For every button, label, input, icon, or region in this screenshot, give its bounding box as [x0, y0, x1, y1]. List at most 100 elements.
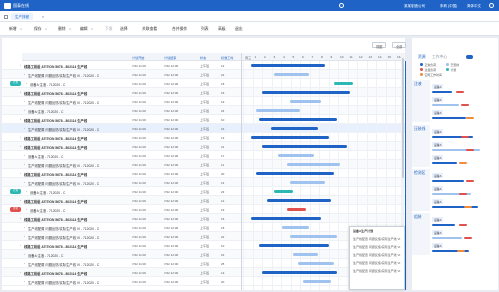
gantt-bar[interactable]	[290, 235, 338, 238]
chevron-right-icon[interactable]: ›	[24, 126, 25, 130]
col-plan-end[interactable]: 计划结束	[164, 55, 176, 60]
gantt-bar[interactable]	[286, 163, 341, 166]
chevron-down-icon[interactable]: ∨	[45, 27, 47, 31]
chevron-right-icon[interactable]: ›	[24, 162, 25, 166]
toolbar-item-2[interactable]: 删除	[58, 27, 66, 32]
gantt-bar[interactable]	[261, 271, 338, 274]
chevron-down-icon[interactable]: ∨	[69, 27, 71, 31]
gantt-bar[interactable]	[302, 280, 331, 283]
close-icon[interactable]: ×	[42, 15, 44, 19]
toolbar-item-6[interactable]: 关联查看	[142, 27, 157, 32]
gantt-bar[interactable]	[290, 181, 325, 184]
toolbar-item-10[interactable]: 退出	[235, 27, 243, 32]
chevron-right-icon[interactable]: ›	[20, 90, 21, 94]
chevron-right-icon[interactable]: ›	[20, 198, 21, 202]
gantt-bar[interactable]	[334, 82, 353, 85]
gantt-bar[interactable]	[255, 109, 300, 112]
resource-tag[interactable]: 设备A	[432, 142, 444, 147]
chevron-right-icon[interactable]: ›	[20, 243, 21, 247]
chevron-right-icon[interactable]: ›	[24, 99, 25, 103]
section-label[interactable]: 压装线	[414, 127, 425, 132]
col-plan-start[interactable]: 计划开始	[132, 55, 144, 60]
language-select[interactable]: 简体中文	[467, 4, 481, 9]
chevron-right-icon[interactable]: ›	[26, 81, 27, 85]
row-c1: 7/22 11:00	[132, 198, 146, 203]
gantt-bar[interactable]	[282, 226, 309, 229]
chevron-right-icon[interactable]: ›	[24, 279, 25, 283]
row-c1: 7/22 11:00	[132, 153, 146, 158]
resource-tag[interactable]: 设备A	[432, 230, 444, 235]
gantt-bar[interactable]	[258, 244, 330, 247]
gantt-bar[interactable]	[277, 154, 314, 157]
chevron-right-icon[interactable]: ›	[26, 207, 27, 211]
chevron-right-icon[interactable]: ›	[24, 72, 25, 76]
section-label[interactable]: 组装	[414, 215, 422, 220]
resource-tag[interactable]: 设备A	[432, 199, 444, 204]
gantt-bar[interactable]	[297, 262, 335, 265]
chevron-right-icon[interactable]: ›	[24, 108, 25, 112]
toolbar-item-3[interactable]: 编辑	[80, 27, 88, 32]
gantt-bar[interactable]	[271, 127, 319, 130]
resource-tag[interactable]: 设备A	[432, 186, 444, 191]
gantt-bar[interactable]	[286, 208, 306, 211]
company-name[interactable]: 某某制造公司	[404, 4, 425, 9]
toolbar-item-9[interactable]: 高级	[218, 27, 226, 32]
resource-tag[interactable]: 设备A	[432, 155, 444, 160]
toolbar-item-7[interactable]: 合并操作	[172, 27, 187, 32]
view-button[interactable]: 视图	[372, 42, 387, 49]
chevron-right-icon[interactable]: ›	[20, 216, 21, 220]
toolbar-item-4[interactable]: 下发	[105, 27, 113, 32]
user-avatar-icon[interactable]	[489, 3, 494, 8]
resource-tag[interactable]: 设备A	[432, 173, 444, 178]
toggle-switch[interactable]	[466, 55, 473, 59]
chevron-right-icon[interactable]: ›	[24, 225, 25, 229]
resource-tag[interactable]: 设备A	[432, 129, 444, 134]
chevron-right-icon[interactable]: ›	[24, 153, 25, 157]
all-button[interactable]: 全部	[392, 42, 407, 49]
chevron-right-icon[interactable]: ›	[26, 189, 27, 193]
section-label[interactable]: 检测区	[414, 171, 425, 176]
scrollbar-thumb[interactable]	[401, 58, 404, 178]
resource-tag[interactable]: 设备A	[432, 110, 444, 115]
chevron-right-icon[interactable]: ›	[20, 63, 21, 67]
chevron-down-icon[interactable]: ∨	[91, 27, 93, 31]
toolbar-item-5[interactable]: 选择	[120, 27, 128, 32]
gantt-bar[interactable]	[261, 145, 347, 148]
chevron-right-icon[interactable]: ›	[24, 234, 25, 238]
resource-tag[interactable]: 设备A	[432, 84, 444, 89]
chevron-right-icon[interactable]: ›	[24, 252, 25, 256]
chevron-right-icon[interactable]: ›	[24, 180, 25, 184]
user-name[interactable]: 朱莉 (中国)	[440, 4, 457, 9]
gantt-bar[interactable]	[250, 64, 325, 67]
chevron-right-icon[interactable]: ›	[20, 144, 21, 148]
tab-production-schedule[interactable]: 生产排程	[11, 13, 33, 20]
col-std-hours[interactable]: 标准工时	[221, 55, 233, 60]
gantt-bar[interactable]	[258, 118, 338, 121]
chevron-right-icon[interactable]: ›	[20, 135, 21, 139]
gantt-bar[interactable]	[261, 91, 350, 94]
chevron-down-icon[interactable]: ∨	[20, 27, 22, 31]
section-label[interactable]: 注液	[414, 82, 422, 87]
chevron-right-icon[interactable]: ›	[20, 171, 21, 175]
gantt-divider[interactable]	[241, 53, 242, 290]
chevron-right-icon[interactable]: ›	[20, 270, 21, 274]
chevron-right-icon[interactable]: ›	[20, 117, 21, 121]
gantt-bar[interactable]	[250, 217, 322, 220]
toolbar-item-0[interactable]: 新增	[9, 27, 17, 32]
toolbar-item-8[interactable]: 列表	[201, 27, 209, 32]
resource-tag[interactable]: 设备A	[432, 243, 444, 248]
resource-tag[interactable]: 设备A	[432, 217, 444, 222]
gantt-bar[interactable]	[274, 190, 294, 193]
chevron-right-icon[interactable]: ›	[24, 261, 25, 265]
toolbar-item-1[interactable]: 保存	[34, 27, 42, 32]
gantt-bar[interactable]	[255, 172, 335, 175]
gantt-bar[interactable]	[250, 136, 330, 139]
col-status[interactable]: 状态	[200, 55, 206, 60]
search-icon[interactable]	[339, 3, 344, 8]
gantt-bar[interactable]	[290, 100, 322, 103]
gantt-bar[interactable]	[274, 73, 309, 76]
gantt-bar[interactable]	[266, 199, 331, 202]
home-icon[interactable]	[4, 15, 8, 19]
gantt-bar[interactable]	[293, 253, 319, 256]
resource-tag[interactable]: 设备A	[432, 97, 444, 102]
